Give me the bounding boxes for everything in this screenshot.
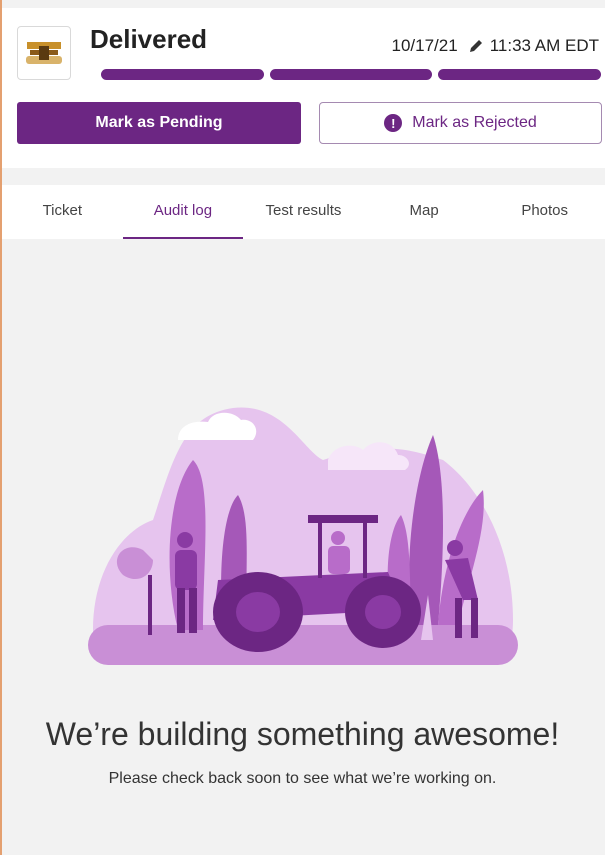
- tab-bar: Ticket Audit log Test results Map Photos: [2, 185, 605, 239]
- pencil-icon[interactable]: [468, 38, 484, 54]
- delivery-date: 10/17/21: [391, 36, 458, 55]
- road-construction-illustration: [88, 407, 518, 665]
- progress-segment: [101, 69, 264, 80]
- progress-segment: [438, 69, 602, 80]
- tab-photos[interactable]: Photos: [484, 185, 605, 235]
- tab-test-results[interactable]: Test results: [243, 185, 364, 235]
- status-title: Delivered: [90, 24, 208, 54]
- ticket-header: Delivered 10/17/21 11:33 AM EDT Mark as …: [2, 8, 605, 168]
- progress-segment: [269, 69, 433, 80]
- tab-map[interactable]: Map: [364, 185, 485, 235]
- empty-state-subtext: Please check back soon to see what we’re…: [108, 770, 497, 787]
- mark-as-rejected-button[interactable]: ! Mark as Rejected: [319, 102, 602, 144]
- tab-ticket[interactable]: Ticket: [2, 185, 123, 235]
- delivery-datetime: 10/17/21 11:33 AM EDT: [392, 36, 599, 56]
- tab-audit-log[interactable]: Audit log: [122, 185, 244, 239]
- mark-as-rejected-label: Mark as Rejected: [412, 114, 537, 131]
- delivery-time: 11:33 AM EDT: [489, 36, 599, 55]
- empty-state-headline: We’re building something awesome!: [45, 716, 560, 752]
- mark-as-pending-button[interactable]: Mark as Pending: [17, 102, 301, 144]
- status-progress-bar: [101, 69, 602, 80]
- company-logo: [17, 26, 71, 80]
- alert-icon: !: [384, 114, 403, 132]
